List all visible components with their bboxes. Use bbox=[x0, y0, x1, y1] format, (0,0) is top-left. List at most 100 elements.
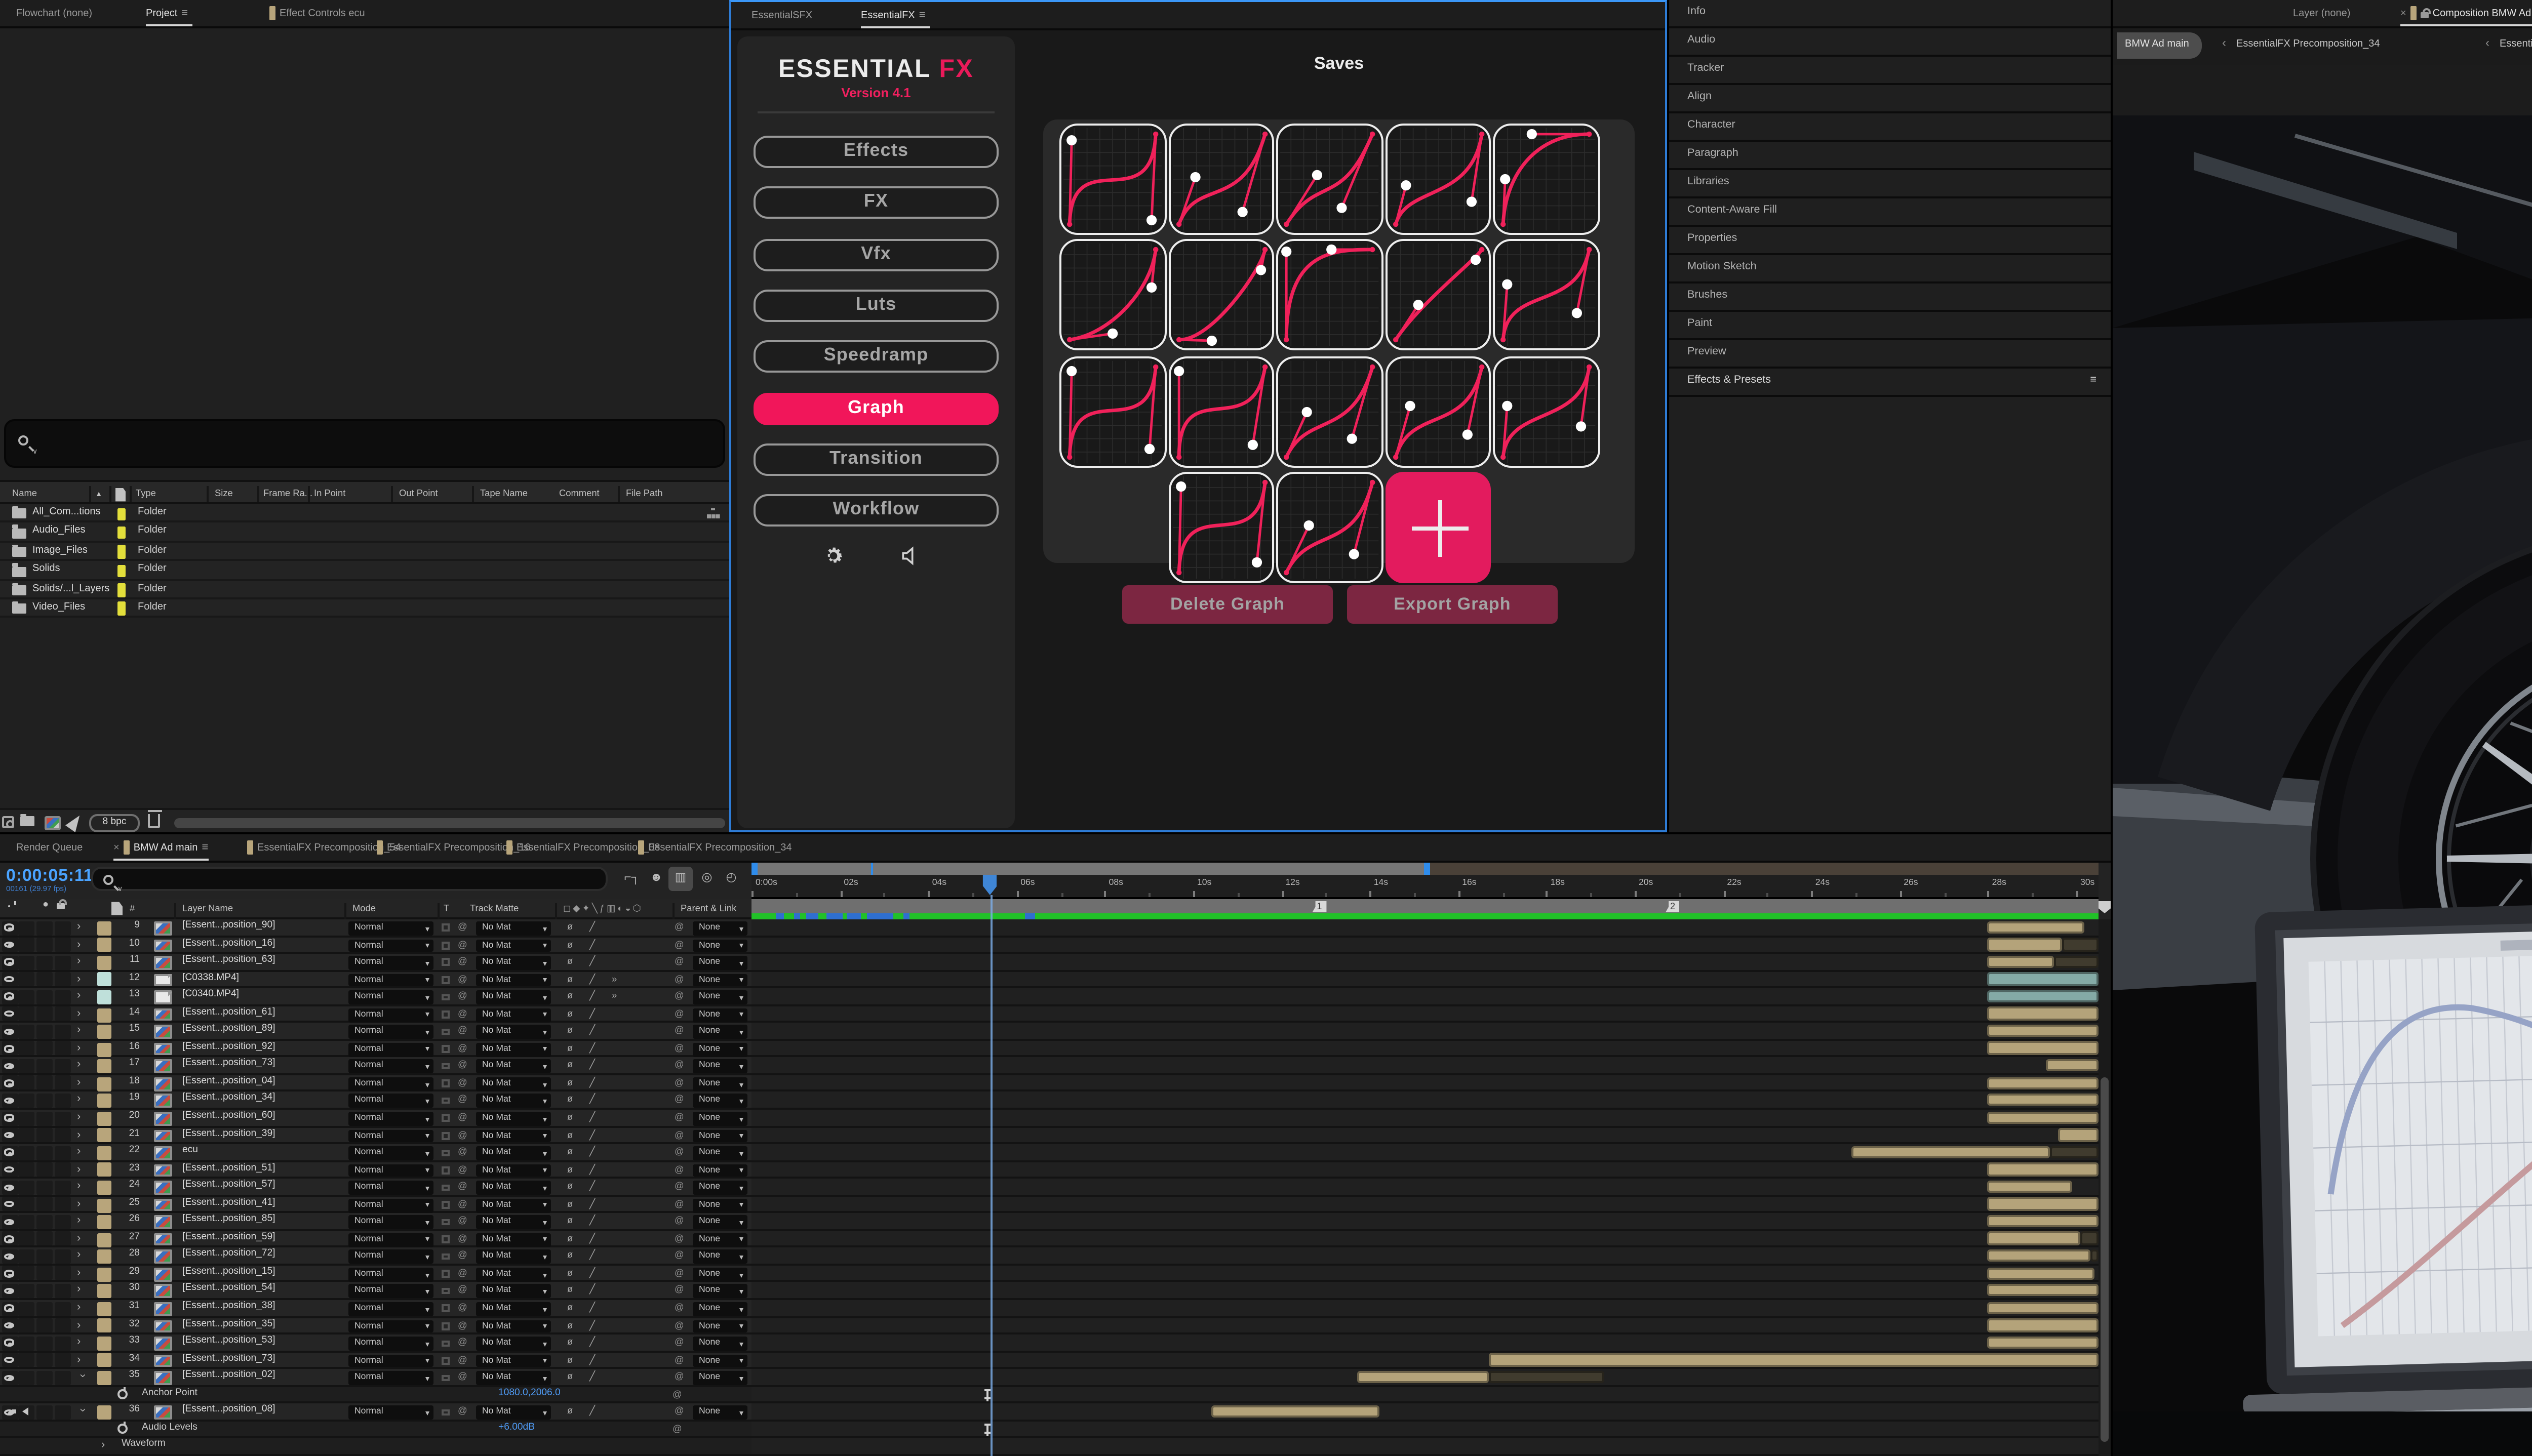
lock-toggle[interactable] bbox=[54, 1041, 70, 1056]
matte-pickwhip-icon[interactable]: @ bbox=[458, 1144, 467, 1161]
parent-link-dropdown[interactable]: None bbox=[693, 990, 747, 1004]
timeline-layer-row[interactable]: › 9 [Essent...position_90] Normal @ No Mat ø ╱ @… bbox=[0, 919, 2111, 937]
audio-toggle[interactable] bbox=[18, 1336, 35, 1350]
quality-switch[interactable]: ╱ bbox=[589, 1352, 595, 1369]
saved-graph-tile[interactable] bbox=[1493, 239, 1600, 351]
lock-toggle[interactable] bbox=[54, 1024, 70, 1039]
layer-bar[interactable] bbox=[1988, 1336, 2099, 1349]
layer-bar[interactable] bbox=[2089, 1249, 2099, 1263]
saved-graph-tile[interactable] bbox=[1276, 124, 1383, 235]
layer-name[interactable]: [Essent...position_38] bbox=[182, 1300, 275, 1317]
matte-pickwhip-icon[interactable]: @ bbox=[458, 1179, 467, 1196]
audio-toggle[interactable] bbox=[18, 1249, 35, 1264]
timeline-property-row[interactable]: Audio Levels +6.00dB @ bbox=[0, 1421, 2111, 1439]
expand-arrow[interactable]: › bbox=[77, 1023, 81, 1040]
saved-graph-tile[interactable] bbox=[1493, 355, 1600, 467]
video-toggle[interactable] bbox=[1, 938, 17, 952]
layer-duration-track[interactable] bbox=[751, 1023, 2099, 1039]
collapse-transformations-switch[interactable]: ø bbox=[567, 1075, 573, 1093]
saved-graph-tile[interactable] bbox=[1059, 124, 1166, 235]
audio-toggle[interactable] bbox=[12, 1405, 35, 1420]
parent-link-dropdown[interactable]: None bbox=[693, 1163, 747, 1178]
blend-mode-dropdown[interactable]: Normal bbox=[348, 1007, 433, 1022]
layer-name[interactable]: [Essent...position_04] bbox=[182, 1075, 275, 1093]
layer-duration-track[interactable] bbox=[751, 919, 2099, 935]
lock-toggle[interactable] bbox=[54, 955, 70, 969]
column-mode[interactable]: Mode bbox=[352, 899, 376, 919]
audio-toggle[interactable] bbox=[18, 1059, 35, 1073]
panel-tab-character[interactable]: Character bbox=[1669, 113, 2111, 142]
layer-duration-track[interactable] bbox=[751, 988, 2099, 1004]
blend-mode-dropdown[interactable]: Normal bbox=[348, 1250, 433, 1264]
quality-switch[interactable]: ╱ bbox=[589, 1093, 595, 1110]
collapse-transformations-switch[interactable]: ø bbox=[567, 1231, 573, 1248]
audio-toggle[interactable] bbox=[18, 1145, 35, 1160]
collapse-transformations-switch[interactable]: ø bbox=[567, 1110, 573, 1127]
layer-bar[interactable] bbox=[1988, 1111, 2099, 1124]
layer-duration-track[interactable] bbox=[751, 1300, 2099, 1316]
parent-link-dropdown[interactable]: None bbox=[693, 973, 747, 987]
video-toggle[interactable] bbox=[1, 972, 17, 987]
collapse-transformations-switch[interactable]: ø bbox=[567, 1352, 573, 1369]
track-matte-dropdown[interactable]: No Mat bbox=[476, 1112, 551, 1126]
matte-pickwhip-icon[interactable]: @ bbox=[458, 919, 467, 937]
collapse-transformations-switch[interactable]: ø bbox=[567, 954, 573, 971]
lock-toggle[interactable] bbox=[54, 1336, 70, 1350]
collapse-transformations-switch[interactable]: ø bbox=[567, 1040, 573, 1058]
solo-toggle[interactable] bbox=[36, 920, 53, 935]
matte-pickwhip-icon[interactable]: @ bbox=[458, 1162, 467, 1179]
lock-toggle[interactable] bbox=[54, 1318, 70, 1333]
project-item-row[interactable]: Solids/...l_Layers Folder bbox=[0, 580, 729, 599]
audio-toggle[interactable] bbox=[18, 1266, 35, 1281]
expand-arrow[interactable]: › bbox=[77, 1040, 81, 1058]
panel-tab-motion-sketch[interactable]: Motion Sketch bbox=[1669, 255, 2111, 284]
saved-graph-tile[interactable] bbox=[1059, 239, 1166, 351]
matte-pickwhip-icon[interactable]: @ bbox=[458, 1369, 467, 1387]
parent-pickwhip-icon[interactable]: @ bbox=[675, 972, 684, 989]
delete-graph-button[interactable]: Delete Graph bbox=[1122, 585, 1333, 624]
expand-arrow[interactable]: › bbox=[77, 1110, 81, 1127]
blend-mode-dropdown[interactable]: Normal bbox=[348, 1216, 433, 1230]
parent-pickwhip-icon[interactable]: @ bbox=[675, 1404, 684, 1421]
panel-tab-content-aware-fill[interactable]: Content-Aware Fill bbox=[1669, 198, 2111, 227]
quality-switch[interactable]: ╱ bbox=[589, 1006, 595, 1023]
timeline-layer-row[interactable]: › 11 [Essent...position_63] Normal @ No Mat ø ╱… bbox=[0, 954, 2111, 972]
layer-name[interactable]: [Essent...position_51] bbox=[182, 1162, 275, 1179]
quality-switch[interactable]: ╱ bbox=[589, 1075, 595, 1093]
blend-mode-dropdown[interactable]: Normal bbox=[348, 1112, 433, 1126]
layer-name[interactable]: [Essent...position_41] bbox=[182, 1196, 275, 1214]
track-matte-dropdown[interactable]: No Mat bbox=[476, 973, 551, 987]
layer-duration-track[interactable] bbox=[751, 1214, 2099, 1229]
parent-pickwhip-icon[interactable]: @ bbox=[675, 1335, 684, 1352]
panel-tab-align[interactable]: Align bbox=[1669, 85, 2111, 113]
solo-toggle[interactable] bbox=[36, 955, 53, 969]
parent-pickwhip-icon[interactable]: @ bbox=[675, 1196, 684, 1214]
expand-arrow[interactable]: › bbox=[77, 1335, 81, 1352]
track-matte-dropdown[interactable]: No Mat bbox=[476, 1233, 551, 1247]
quality-switch[interactable]: ╱ bbox=[589, 1248, 595, 1266]
parent-link-dropdown[interactable]: None bbox=[693, 1371, 747, 1386]
track-matte-dropdown[interactable]: No Mat bbox=[476, 1302, 551, 1316]
track-matte-dropdown[interactable]: No Mat bbox=[476, 921, 551, 936]
layer-bar[interactable] bbox=[1988, 972, 2099, 986]
video-toggle[interactable] bbox=[1, 1249, 17, 1264]
layer-duration-track[interactable] bbox=[751, 1092, 2099, 1108]
layer-name[interactable]: [Essent...position_15] bbox=[182, 1266, 275, 1283]
efx-nav-fx[interactable]: FX bbox=[754, 186, 999, 218]
solo-toggle[interactable] bbox=[36, 1041, 53, 1056]
layer-duration-track[interactable] bbox=[751, 1387, 2099, 1402]
layer-name[interactable]: [Essent...position_61] bbox=[182, 1006, 275, 1023]
panel-tab-audio[interactable]: Audio bbox=[1669, 28, 2111, 57]
matte-pickwhip-icon[interactable]: @ bbox=[458, 989, 467, 1006]
quality-switch[interactable]: ╱ bbox=[589, 1335, 595, 1352]
timeline-search-input[interactable]: ∨ bbox=[91, 867, 608, 893]
saved-graph-tile[interactable] bbox=[1385, 355, 1492, 467]
track-matte-dropdown[interactable]: No Mat bbox=[476, 1077, 551, 1091]
parent-pickwhip-icon[interactable]: @ bbox=[675, 1023, 684, 1040]
layer-duration-track[interactable] bbox=[751, 1334, 2099, 1350]
layer-name[interactable]: [C0338.MP4] bbox=[182, 972, 239, 989]
timeline-layer-row[interactable]: › 32 [Essent...position_35] Normal @ No Mat ø ╱… bbox=[0, 1317, 2111, 1335]
matte-pickwhip-icon[interactable]: @ bbox=[458, 1093, 467, 1110]
quality-switch[interactable]: ╱ bbox=[589, 919, 595, 937]
video-toggle[interactable] bbox=[1, 1283, 17, 1298]
